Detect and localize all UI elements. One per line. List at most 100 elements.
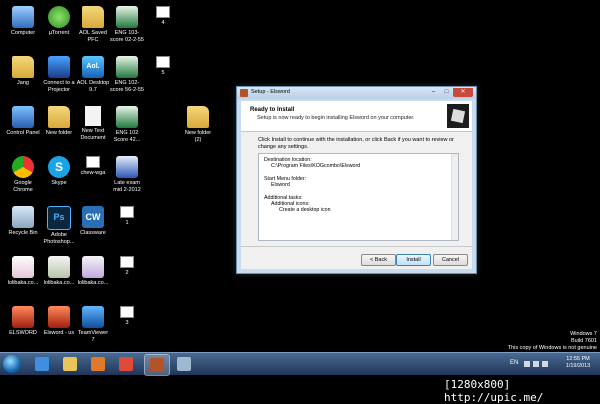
dialog-body: Ready to Install Setup is now ready to b…	[241, 101, 472, 269]
close-button[interactable]: ✕	[453, 88, 473, 97]
desktop-icon[interactable]: New folder (2)	[181, 106, 215, 143]
desktop-icon-label: Computer	[10, 30, 36, 36]
desktop-icon[interactable]: Recycle Bin	[6, 206, 40, 237]
desktop-icon[interactable]: TeamViewer 7	[76, 306, 110, 343]
desktop-icon-label: lolibaka.co...	[7, 280, 39, 286]
flag-icon[interactable]	[524, 361, 530, 367]
ie-icon	[35, 357, 49, 371]
memo-scrollbar[interactable]	[451, 154, 458, 240]
desktop-icon-label: Classware	[80, 230, 106, 236]
watermark-line3: This copy of Windows is not genuine	[507, 345, 597, 351]
desktop-icon[interactable]: 4	[146, 6, 180, 27]
clock[interactable]: 12:55 PM 1/19/2013	[560, 356, 596, 370]
desktop-icon[interactable]: lolibaka.co...	[42, 256, 76, 287]
desktop-icon[interactable]: 1	[110, 206, 144, 227]
desktop-icon[interactable]: S Skype	[42, 156, 76, 187]
desktop-icon[interactable]: 3	[110, 306, 144, 327]
desktop-icon-label: TeamViewer 7	[77, 330, 109, 343]
desktop-icon-label: 4	[161, 20, 165, 26]
desktop-icon[interactable]: Jang	[6, 56, 40, 87]
desktop-icon[interactable]: New Text Document	[76, 106, 110, 141]
desktop-icon-label: Elsword - us	[43, 330, 75, 336]
network-icon[interactable]	[533, 361, 539, 367]
minimize-button[interactable]: –	[427, 88, 440, 97]
desktop-icon[interactable]: µTorrent	[42, 6, 76, 37]
desktop-icon[interactable]: ENG 102-score 56-2-55	[110, 56, 144, 93]
volume-icon[interactable]	[542, 361, 548, 367]
desktop-icon[interactable]: ELSWORD	[6, 306, 40, 337]
ps-icon: Ps	[47, 206, 71, 230]
desktop-icon[interactable]: AOL Saved PFC	[76, 6, 110, 43]
wizard-header: Ready to Install Setup is now ready to b…	[241, 101, 472, 132]
word-icon	[116, 156, 138, 178]
desktop-icon-label: Recycle Bin	[8, 230, 38, 236]
desktop-icon-label: 5	[161, 70, 165, 76]
desktop-icon[interactable]: CW Classware	[76, 206, 110, 237]
taskbar-media-player[interactable]	[86, 354, 110, 374]
desktop-icon-label: New folder (2)	[184, 130, 212, 143]
setup-dialog: Setup - Elsword – □ ✕ Ready to Install S…	[236, 86, 477, 274]
dialog-titlebar[interactable]: Setup - Elsword – □ ✕	[237, 87, 476, 99]
desktop-icon[interactable]: ENG 103-score 02-2-55	[110, 6, 144, 43]
back-button[interactable]: < Back	[361, 254, 396, 266]
image-host-caption: [1280x800] http://upic.me/	[444, 378, 544, 404]
shortcut-icon	[86, 156, 100, 168]
maximize-button[interactable]: □	[440, 88, 453, 97]
excel-icon	[116, 6, 138, 28]
anime2-icon	[48, 256, 70, 278]
language-indicator[interactable]: EN	[510, 360, 518, 366]
start-button[interactable]	[3, 355, 21, 373]
desktop-icon[interactable]: Google Chrome	[6, 156, 40, 193]
desktop-icon-label: ENG 103-score 02-2-55	[110, 30, 144, 43]
desktop-icon[interactable]: Ps Adobe Photoshop...	[42, 206, 76, 245]
desktop-icon-label: Adobe Photoshop...	[43, 232, 75, 245]
install-button[interactable]: Install	[396, 254, 431, 266]
elsword-setup-icon	[150, 358, 164, 372]
desktop-icon-label: ENG 102 Score 42...	[113, 130, 141, 143]
desktop-icon[interactable]: chew-wga	[76, 156, 110, 177]
installer-logo-icon	[447, 104, 469, 128]
icons-value: Create a desktop icon	[279, 207, 331, 213]
cancel-button[interactable]: Cancel	[433, 254, 468, 266]
desktop-icon-label: ELSWORD	[9, 330, 37, 336]
desktop-icon[interactable]: lolibaka.co...	[76, 256, 110, 287]
taskbar-explorer[interactable]	[58, 354, 82, 374]
desktop-icon-label: 3	[125, 320, 129, 326]
desktop-icon[interactable]: Aol. AOL Desktop 9.7	[76, 56, 110, 93]
install-summary-memo[interactable]: Destination location: C:\Program Files\K…	[258, 153, 459, 241]
wizard-heading: Ready to Install	[250, 107, 295, 113]
elsword-icon	[48, 306, 70, 328]
folder-icon	[12, 56, 34, 78]
taskbar-ie[interactable]	[30, 354, 54, 374]
shortcut-icon	[120, 306, 134, 318]
desktop-icon[interactable]: 2	[110, 256, 144, 277]
folder-icon	[48, 106, 70, 128]
desktop-icon[interactable]: 5	[146, 56, 180, 77]
taskbar-elsword-setup[interactable]	[144, 354, 170, 376]
dest-value: C:\Program Files\KOGcombo\Elsword	[271, 163, 361, 169]
desktop-icon-label: ENG 102-score 56-2-55	[110, 80, 144, 93]
desktop-icon[interactable]: Computer	[6, 6, 40, 37]
network-icon	[177, 357, 191, 371]
desktop-icon-label: Late exam mid 2-2012	[113, 180, 141, 193]
desktop-icon[interactable]: Late exam mid 2-2012	[110, 156, 144, 193]
folder-icon	[82, 6, 104, 28]
desktop-icon-label: Skype	[51, 180, 67, 186]
dialog-title: Setup - Elsword	[251, 89, 290, 95]
taskbar-network[interactable]	[172, 354, 196, 374]
desktop-icon[interactable]: New folder	[42, 106, 76, 137]
blank-icon	[85, 106, 101, 126]
desktop-icon-label: 1	[125, 220, 129, 226]
excel-icon	[116, 106, 138, 128]
desktop-icon[interactable]: Elsword - us	[42, 306, 76, 337]
app-icon	[240, 89, 248, 97]
taskbar-chrome[interactable]	[114, 354, 138, 374]
desktop-icon[interactable]: ENG 102 Score 42...	[110, 106, 144, 143]
desktop-icon-label: Jang	[17, 80, 29, 86]
skype-icon: S	[48, 156, 70, 178]
desktop-icon[interactable]: lolibaka.co...	[6, 256, 40, 287]
chrome-icon	[12, 156, 34, 178]
desktop-icon[interactable]: Connect to a Projector	[42, 56, 76, 93]
aol-icon: Aol.	[82, 56, 104, 78]
desktop-icon[interactable]: Control Panel	[6, 106, 40, 137]
